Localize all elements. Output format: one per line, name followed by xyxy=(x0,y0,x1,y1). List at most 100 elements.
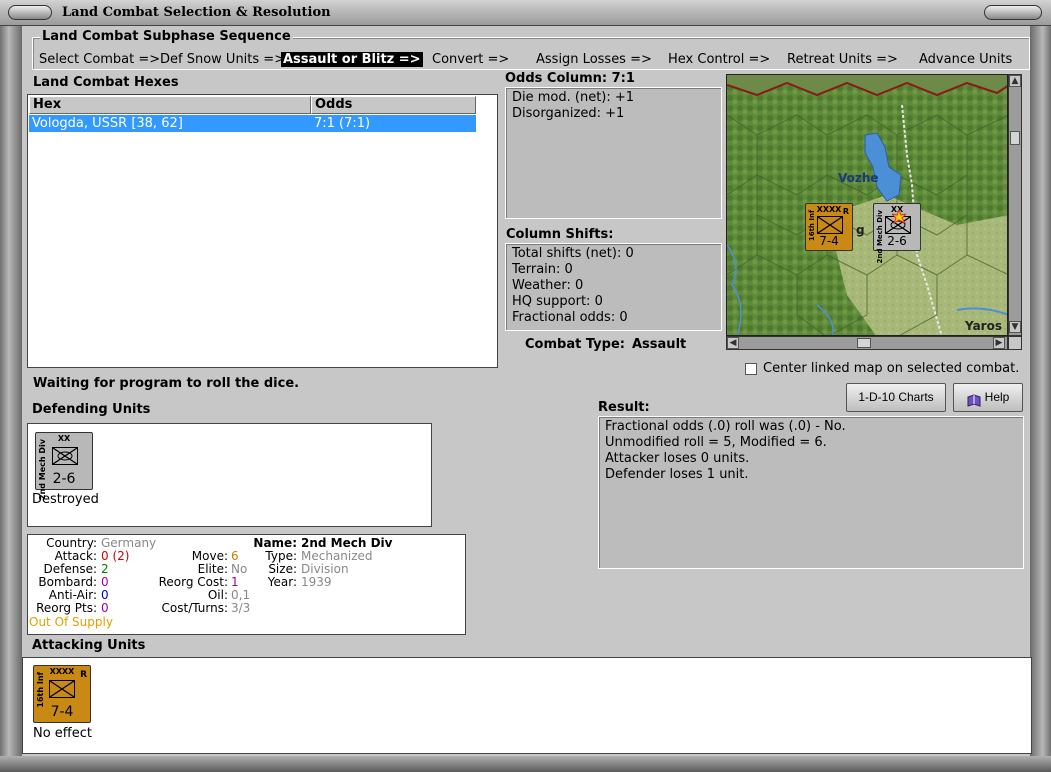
size-label: Size: xyxy=(268,562,297,576)
bombard-label: Bombard: xyxy=(38,575,97,589)
status-text: Waiting for program to roll the dice. xyxy=(33,376,300,391)
counter-badge: R xyxy=(80,670,87,680)
attack-label: Attack: xyxy=(54,549,97,563)
col-header-hex[interactable]: Hex xyxy=(29,96,311,114)
center-map-label: Center linked map on selected combat. xyxy=(763,361,1020,376)
help-book-icon xyxy=(966,391,982,418)
elite-label: Elite: xyxy=(197,562,228,576)
odds-line: Disorganized: +1 xyxy=(512,106,625,121)
costturns-label: Cost/Turns: xyxy=(161,601,228,615)
shift-line: Total shifts (net): 0 xyxy=(512,246,634,261)
counter-strength: 2-6 xyxy=(52,471,76,487)
scroll-left-icon[interactable]: ◀ xyxy=(727,337,739,349)
counter-badge: R xyxy=(842,207,849,216)
attack-value: 0 (2) xyxy=(101,549,130,563)
explosion-icon xyxy=(890,208,908,228)
help-button[interactable]: Help xyxy=(953,383,1023,412)
counter-strength: 7-4 xyxy=(819,234,839,248)
step-select-combat[interactable]: Select Combat => xyxy=(39,52,160,67)
shift-line: HQ support: 0 xyxy=(512,294,603,309)
map-vertical-scrollbar[interactable]: ▲ ▼ xyxy=(1008,74,1022,336)
attacking-units-list xyxy=(22,657,1032,754)
odds-cell: 7:1 (7:1) xyxy=(314,116,371,131)
move-label: Move: xyxy=(191,549,228,563)
infantry-symbol-icon xyxy=(817,216,843,234)
map-place-label: Vozhe xyxy=(838,171,879,185)
type-label: Type: xyxy=(265,549,297,563)
map-edge-label: Yaros xyxy=(965,319,1002,333)
vertical-scroll-thumb[interactable] xyxy=(1010,131,1020,145)
scroll-down-icon[interactable]: ▼ xyxy=(1009,321,1021,333)
subphase-title: Land Combat Subphase Sequence xyxy=(40,29,293,44)
name-label: Name: xyxy=(253,536,297,550)
shift-line: Weather: 0 xyxy=(512,278,584,293)
map-horizontal-scrollbar[interactable]: ◀ ▶ xyxy=(726,336,1008,350)
result-panel: Fractional odds (.0) roll was (.0) - No.… xyxy=(598,416,1024,569)
counter-strength: 2-6 xyxy=(887,234,907,248)
combat-type-value: Assault xyxy=(632,337,687,352)
horizontal-scroll-thumb[interactable] xyxy=(857,338,871,348)
result-line: Fractional odds (.0) roll was (.0) - No. xyxy=(605,419,846,434)
oil-value: 0,1 xyxy=(231,588,251,602)
shifts-title: Column Shifts: xyxy=(506,227,614,242)
result-line: Attacker loses 0 units. xyxy=(605,451,750,466)
antiair-label: Anti-Air: xyxy=(48,588,97,602)
counter-side-label: 16th Inf xyxy=(36,672,45,708)
year-value: 1939 xyxy=(301,575,332,589)
reorgpts-value: 0 xyxy=(101,601,109,615)
defender-status: Destroyed xyxy=(32,492,99,507)
table-row[interactable]: Vologda, USSR [38, 62] 7:1 (7:1) xyxy=(29,115,476,132)
map-defender-counter[interactable]: XX 2nd Mech Div 2-6 xyxy=(873,203,921,263)
hexes-title: Land Combat Hexes xyxy=(33,75,179,90)
counter-strength: 7-4 xyxy=(50,704,74,720)
step-def-snow-units[interactable]: Def Snow Units => xyxy=(160,52,285,67)
name-value: 2nd Mech Div xyxy=(301,536,393,550)
size-value: Division xyxy=(301,562,349,576)
combat-map[interactable]: Vozhe Yaros g XXXX R 16th Inf 7-4 XX 2nd… xyxy=(726,74,1008,336)
window-title: Land Combat Selection & Resolution xyxy=(62,5,331,20)
bombard-value: 0 xyxy=(101,575,109,589)
supply-status: Out Of Supply xyxy=(29,615,113,629)
reorgcost-value: 1 xyxy=(231,575,239,589)
system-menu-button[interactable] xyxy=(8,5,52,20)
costturns-value: 3/3 xyxy=(231,601,251,615)
odds-title: Odds Column: 7:1 xyxy=(505,71,635,86)
map-partial-label: g xyxy=(856,223,865,237)
move-value: 6 xyxy=(231,549,239,563)
attacker-unit-counter[interactable]: XXXX R 16th Inf 7-4 xyxy=(33,665,91,723)
close-window-button[interactable] xyxy=(984,5,1042,20)
map-attacker-counter[interactable]: XXXX R 16th Inf 7-4 xyxy=(805,203,853,251)
combat-type-label: Combat Type: xyxy=(525,337,625,352)
defending-title: Defending Units xyxy=(32,402,151,417)
odds-panel: Die mod. (net): +1 Disorganized: +1 xyxy=(505,87,722,219)
step-assign-losses[interactable]: Assign Losses => xyxy=(536,52,652,67)
hex-map-graphic xyxy=(727,75,1007,335)
shift-line: Terrain: 0 xyxy=(512,262,573,277)
step-hex-control[interactable]: Hex Control => xyxy=(668,52,770,67)
charts-button[interactable]: 1-D-10 Charts xyxy=(846,383,946,412)
country-label: Country: xyxy=(46,536,97,550)
col-header-odds[interactable]: Odds xyxy=(311,96,476,114)
step-retreat-units[interactable]: Retreat Units => xyxy=(787,52,898,67)
defender-unit-counter[interactable]: XX 2nd Mech Div 2-6 xyxy=(35,432,93,500)
scroll-right-icon[interactable]: ▶ xyxy=(993,337,1005,349)
window-frame-right xyxy=(1030,26,1051,772)
window-frame-bottom xyxy=(0,756,1051,772)
reorgcost-label: Reorg Cost: xyxy=(158,575,228,589)
antiair-value: 0 xyxy=(101,588,109,602)
attacker-status: No effect xyxy=(33,726,93,741)
result-title: Result: xyxy=(598,400,650,415)
shift-line: Fractional odds: 0 xyxy=(512,310,628,325)
counter-side-label: 2nd Mech Div xyxy=(38,439,47,500)
attacking-title: Attacking Units xyxy=(32,638,146,653)
step-advance-units[interactable]: Advance Units xyxy=(919,52,1012,67)
hex-cell: Vologda, USSR [38, 62] xyxy=(32,116,183,131)
scroll-up-icon[interactable]: ▲ xyxy=(1009,75,1021,87)
hex-list xyxy=(27,94,498,368)
country-value: Germany xyxy=(101,536,157,550)
result-line: Unmodified roll = 5, Modified = 6. xyxy=(605,435,827,450)
step-assault-or-blitz[interactable]: Assault or Blitz => xyxy=(281,52,423,67)
step-convert[interactable]: Convert => xyxy=(432,52,509,67)
odds-line: Die mod. (net): +1 xyxy=(512,90,635,105)
center-map-checkbox[interactable] xyxy=(745,363,757,375)
